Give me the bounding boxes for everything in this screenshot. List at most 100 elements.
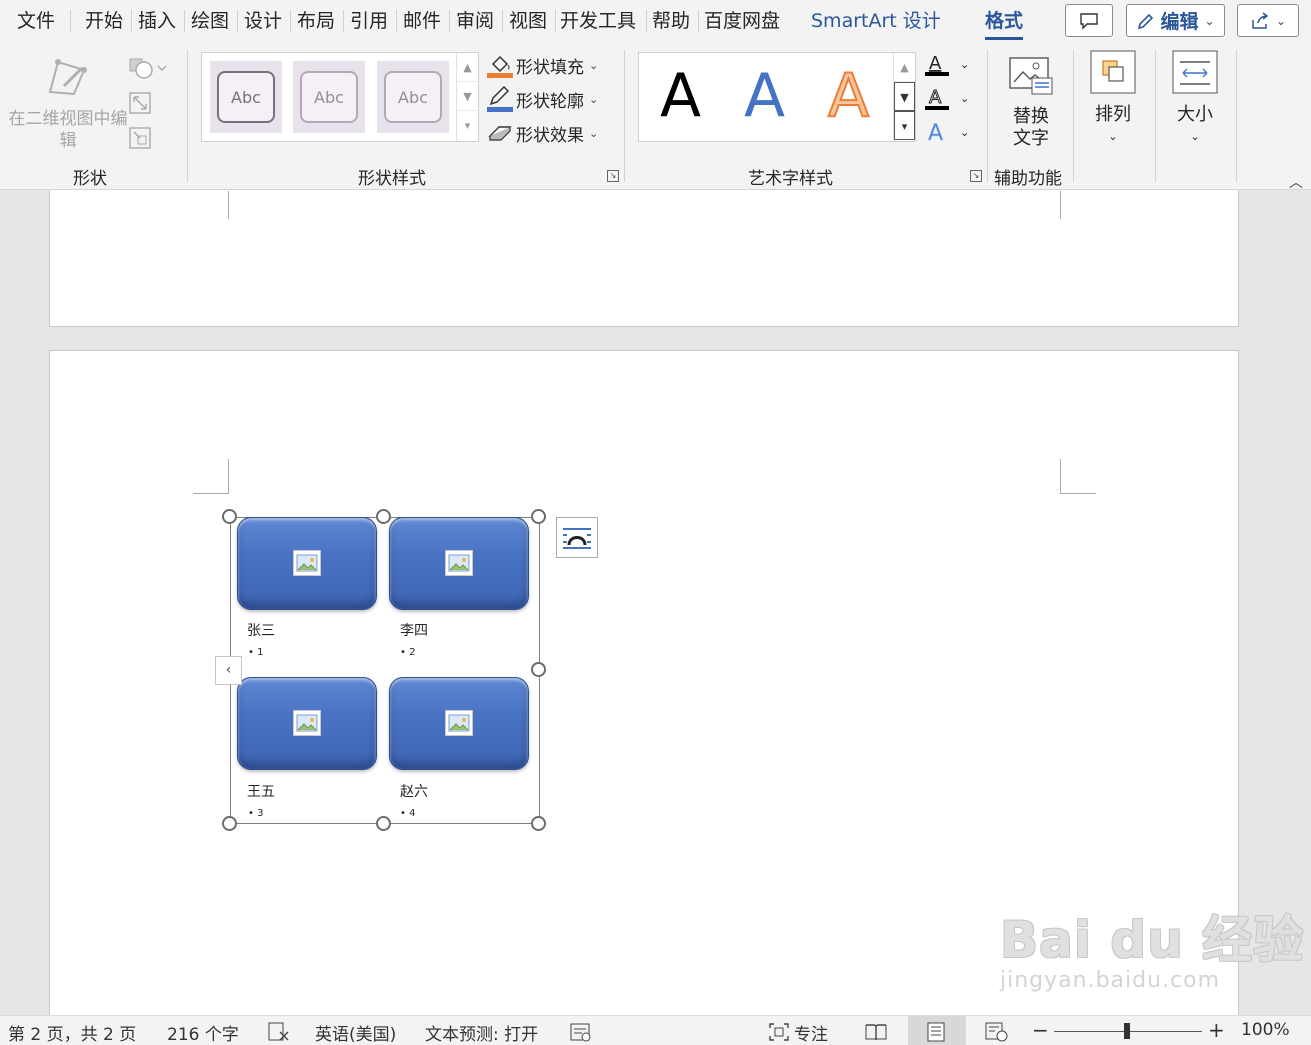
tab-draw[interactable]: 绘图 bbox=[191, 7, 229, 35]
change-shape-icon[interactable] bbox=[128, 56, 168, 80]
zoom-level[interactable]: 100% bbox=[1241, 1020, 1290, 1040]
wordart-option[interactable]: A bbox=[660, 63, 701, 129]
shape-styles-launcher-icon[interactable]: ↘ bbox=[607, 170, 619, 182]
smaller-icon[interactable] bbox=[128, 126, 152, 150]
page-count[interactable]: 第 2 页，共 2 页 bbox=[8, 1020, 136, 1045]
zoom-out-icon[interactable]: − bbox=[1032, 1018, 1049, 1042]
smartart-item-bullet[interactable]: • 3 bbox=[248, 808, 263, 819]
shape-style-option[interactable]: Abc bbox=[210, 61, 282, 133]
alt-text-label: 替换文字 bbox=[1013, 106, 1049, 149]
watermark-main: Bai du 经验 bbox=[1000, 911, 1305, 969]
text-effects-button[interactable]: A ⌄ bbox=[924, 116, 970, 148]
focus-mode-button[interactable]: 专注 bbox=[794, 1020, 828, 1045]
layout-options-icon bbox=[563, 528, 591, 549]
editing-mode-button[interactable]: 编辑 ⌄ bbox=[1126, 4, 1225, 37]
more-icon[interactable]: ▾ bbox=[894, 111, 915, 140]
picture-placeholder-icon[interactable] bbox=[293, 550, 321, 576]
resize-handle[interactable] bbox=[531, 816, 546, 831]
document-canvas[interactable]: 张三 • 1 李四 • 2 王五 • 3 赵六 • 4 ‹ Bai du 经验 … bbox=[0, 190, 1311, 1015]
shape-outline-button[interactable]: 形状轮廓 ⌄ bbox=[487, 84, 598, 114]
layout-options-button[interactable] bbox=[556, 517, 598, 558]
tab-developer[interactable]: 开发工具 bbox=[560, 7, 636, 35]
tab-review[interactable]: 审阅 bbox=[456, 7, 494, 35]
shape-style-option[interactable]: Abc bbox=[377, 61, 449, 133]
scroll-down-icon[interactable]: ▼ bbox=[894, 82, 915, 111]
print-layout-icon[interactable] bbox=[925, 1022, 947, 1042]
smartart-item-bullet[interactable]: • 4 bbox=[400, 808, 415, 819]
page-1 bbox=[49, 190, 1239, 327]
smartart-picture-tile[interactable] bbox=[237, 517, 377, 610]
smartart-item-bullet[interactable]: • 2 bbox=[400, 647, 415, 658]
collapse-ribbon-icon[interactable]: ︿ bbox=[1289, 172, 1303, 192]
shape-effects-button[interactable]: 形状效果 ⌄ bbox=[487, 118, 598, 148]
scroll-up-icon[interactable]: ▲ bbox=[894, 53, 915, 82]
smartart-picture-tile[interactable] bbox=[389, 677, 529, 770]
resize-handle[interactable] bbox=[222, 816, 237, 831]
size-button[interactable]: 大小 ⌄ bbox=[1168, 50, 1222, 148]
focus-icon[interactable] bbox=[768, 1022, 790, 1042]
proofing-icon[interactable] bbox=[268, 1022, 290, 1042]
tab-references[interactable]: 引用 bbox=[350, 7, 388, 35]
editing-mode-label: 编辑 bbox=[1160, 11, 1199, 33]
tab-design[interactable]: 设计 bbox=[244, 7, 282, 35]
wordart-styles-launcher-icon[interactable]: ↘ bbox=[970, 170, 982, 182]
chevron-down-icon: ⌄ bbox=[1204, 13, 1215, 28]
shape-style-option[interactable]: Abc bbox=[293, 61, 365, 133]
resize-handle[interactable] bbox=[531, 509, 546, 524]
picture-placeholder-icon[interactable] bbox=[445, 710, 473, 736]
resize-handle[interactable] bbox=[376, 816, 391, 831]
tab-help[interactable]: 帮助 bbox=[652, 7, 690, 35]
read-mode-icon[interactable] bbox=[864, 1022, 888, 1042]
share-icon bbox=[1252, 11, 1269, 29]
zoom-slider-thumb[interactable] bbox=[1124, 1023, 1130, 1039]
arrange-button[interactable]: 排列 ⌄ bbox=[1086, 50, 1140, 148]
pen-outline-icon bbox=[487, 86, 513, 112]
wordart-option[interactable]: A bbox=[744, 63, 785, 129]
text-pane-toggle-button[interactable]: ‹ bbox=[215, 656, 242, 685]
shape-effects-icon bbox=[488, 126, 512, 141]
smartart-item-name[interactable]: 王五 bbox=[247, 781, 275, 801]
comments-button[interactable] bbox=[1065, 4, 1113, 37]
smartart-item-name[interactable]: 张三 bbox=[247, 620, 275, 640]
edit-in-2d-button[interactable]: 在二维视图中编辑 bbox=[8, 52, 128, 152]
alt-text-button[interactable]: 替换文字 bbox=[1003, 56, 1059, 150]
text-fill-button[interactable]: A ⌄ bbox=[924, 48, 969, 80]
size-label: 大小 bbox=[1177, 104, 1213, 125]
text-prediction[interactable]: 文本预测: 打开 bbox=[425, 1020, 538, 1045]
tab-format[interactable]: 格式 bbox=[985, 7, 1024, 40]
shape-fill-button[interactable]: 形状填充 ⌄ bbox=[487, 50, 598, 80]
tab-insert[interactable]: 插入 bbox=[138, 7, 176, 35]
more-icon[interactable]: ▾ bbox=[457, 111, 478, 140]
smartart-picture-tile[interactable] bbox=[389, 517, 529, 610]
resize-handle[interactable] bbox=[376, 509, 391, 524]
smartart-item-bullet[interactable]: • 1 bbox=[248, 647, 263, 658]
tab-view[interactable]: 视图 bbox=[509, 7, 547, 35]
accessibility-check-icon[interactable] bbox=[570, 1023, 594, 1043]
smartart-item-name[interactable]: 李四 bbox=[400, 620, 428, 640]
tab-file[interactable]: 文件 bbox=[17, 7, 55, 35]
tab-layout[interactable]: 布局 bbox=[297, 7, 335, 35]
larger-icon[interactable] bbox=[128, 91, 152, 115]
tab-home[interactable]: 开始 bbox=[85, 7, 123, 35]
scroll-down-icon[interactable]: ▼ bbox=[457, 82, 478, 111]
group-label-shape-styles: 形状样式 bbox=[358, 169, 426, 189]
web-layout-icon[interactable] bbox=[985, 1022, 1009, 1042]
picture-placeholder-icon[interactable] bbox=[445, 550, 473, 576]
resize-handle[interactable] bbox=[222, 509, 237, 524]
text-outline-button[interactable]: A ⌄ bbox=[924, 82, 969, 114]
wordart-option[interactable]: A bbox=[827, 62, 870, 130]
edit-in-2d-label: 在二维视图中编辑 bbox=[8, 109, 128, 151]
tab-mailings[interactable]: 邮件 bbox=[403, 7, 441, 35]
smartart-item-name[interactable]: 赵六 bbox=[400, 781, 428, 801]
svg-text:A: A bbox=[929, 87, 942, 108]
zoom-in-icon[interactable]: + bbox=[1208, 1018, 1225, 1042]
word-count[interactable]: 216 个字 bbox=[167, 1020, 239, 1045]
picture-placeholder-icon[interactable] bbox=[293, 710, 321, 736]
tab-smartart-design[interactable]: SmartArt 设计 bbox=[811, 7, 941, 35]
smartart-picture-tile[interactable] bbox=[237, 677, 377, 770]
language-indicator[interactable]: 英语(美国) bbox=[315, 1020, 396, 1045]
resize-handle[interactable] bbox=[531, 662, 546, 677]
tab-baidu-netdisk[interactable]: 百度网盘 bbox=[704, 7, 780, 35]
scroll-up-icon[interactable]: ▲ bbox=[457, 53, 478, 82]
share-button[interactable]: ⌄ bbox=[1237, 4, 1299, 37]
